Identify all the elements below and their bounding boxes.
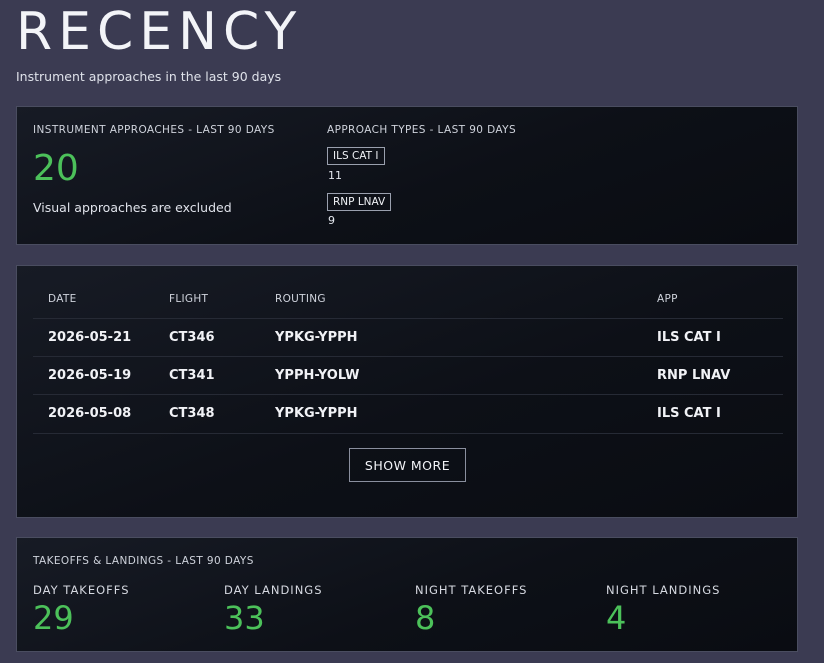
approaches-label: INSTRUMENT APPROACHES - LAST 90 DAYS	[33, 124, 275, 136]
stat-value-night-takeoffs: 8	[415, 599, 436, 637]
cell-flight: CT346	[169, 330, 215, 345]
table-row: 2026-05-08 CT348 YPKG-YPPH ILS CAT I	[33, 394, 783, 434]
stat-value-night-landings: 4	[606, 599, 627, 637]
column-header-flight: FLIGHT	[169, 293, 209, 305]
cell-app: ILS CAT I	[657, 330, 721, 345]
takeoffs-landings-card: TAKEOFFS & LANDINGS - LAST 90 DAYS DAY T…	[16, 537, 798, 652]
approaches-card: INSTRUMENT APPROACHES - LAST 90 DAYS 20 …	[16, 106, 798, 245]
approach-type-chip: RNP LNAV	[327, 193, 392, 211]
cell-routing: YPKG-YPPH	[275, 330, 358, 345]
stat-label-night-takeoffs: NIGHT TAKEOFFS	[415, 583, 528, 597]
stat-label-day-takeoffs: DAY TAKEOFFS	[33, 583, 130, 597]
cell-app: RNP LNAV	[657, 368, 731, 383]
table-row: 2026-05-19 CT341 YPPH-YOLW RNP LNAV	[33, 356, 783, 395]
approaches-count: 20	[33, 148, 79, 189]
cell-date: 2026-05-19	[48, 368, 132, 383]
page-subtitle: Instrument approaches in the last 90 day…	[16, 69, 282, 84]
cell-date: 2026-05-21	[48, 330, 132, 345]
page-title: RECENCY	[16, 2, 303, 62]
approaches-note: Visual approaches are excluded	[33, 200, 232, 215]
column-header-date: DATE	[48, 293, 77, 305]
show-more-button[interactable]: SHOW MORE	[349, 448, 466, 482]
approach-type-count: 9	[328, 214, 335, 227]
cell-date: 2026-05-08	[48, 406, 132, 421]
column-header-routing: ROUTING	[275, 293, 326, 305]
stat-value-day-landings: 33	[224, 599, 265, 637]
cell-flight: CT348	[169, 406, 215, 421]
stat-value-day-takeoffs: 29	[33, 599, 74, 637]
cell-app: ILS CAT I	[657, 406, 721, 421]
stat-label-night-landings: NIGHT LANDINGS	[606, 583, 721, 597]
cell-flight: CT341	[169, 368, 215, 383]
cell-routing: YPKG-YPPH	[275, 406, 358, 421]
approaches-table-card: DATE FLIGHT ROUTING APP 2026-05-21 CT346…	[16, 265, 798, 518]
approach-type-count: 11	[328, 169, 342, 182]
column-header-app: APP	[657, 293, 678, 305]
takeoffs-landings-label: TAKEOFFS & LANDINGS - LAST 90 DAYS	[33, 555, 254, 567]
table-row: 2026-05-21 CT346 YPKG-YPPH ILS CAT I	[33, 318, 783, 357]
stat-label-day-landings: DAY LANDINGS	[224, 583, 323, 597]
cell-routing: YPPH-YOLW	[275, 368, 360, 383]
approach-types-label: APPROACH TYPES - LAST 90 DAYS	[327, 124, 517, 136]
approach-type-chip: ILS CAT I	[327, 147, 385, 165]
